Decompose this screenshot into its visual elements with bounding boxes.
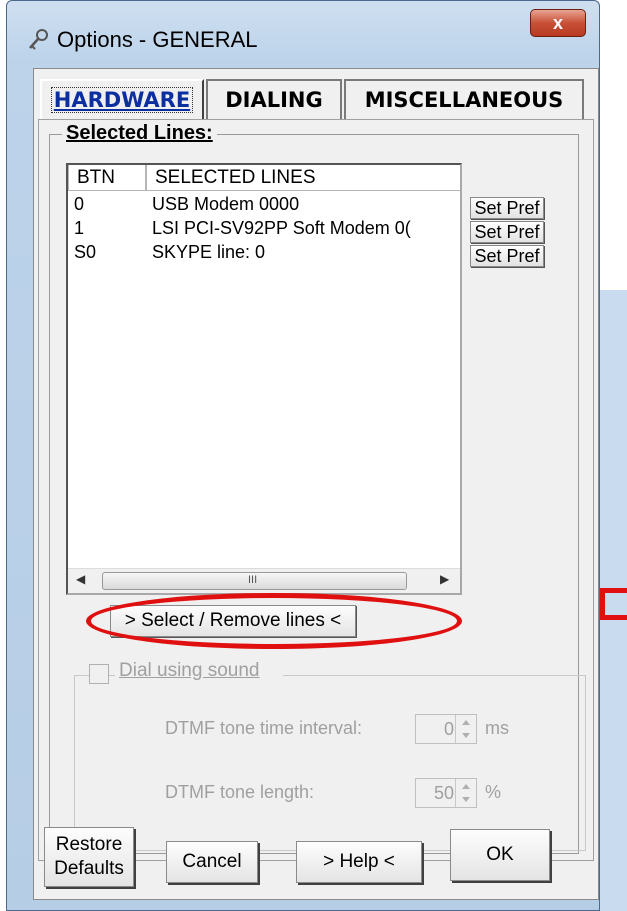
dial-sound-group: Dial using sound DTMF tone time interval… xyxy=(74,660,586,851)
title-bar[interactable]: Options - GENERAL x xyxy=(7,1,599,63)
restore-defaults-button[interactable]: Restore Defaults xyxy=(44,827,134,887)
row-line: USB Modem 0000 xyxy=(152,194,300,214)
row-btn: 0 xyxy=(74,194,85,214)
spinner-arrows-icon[interactable] xyxy=(455,779,476,807)
selected-lines-list[interactable]: BTN SELECTED LINES 0 USB Modem 0000 1 LS… xyxy=(66,163,462,595)
window-title: Options - GENERAL xyxy=(57,27,258,52)
row-btn: 1 xyxy=(74,218,85,238)
selected-lines-group: Selected Lines: BTN SELECTED LINES 0 USB… xyxy=(49,122,586,854)
close-button[interactable]: x xyxy=(530,9,586,37)
tab-miscellaneous[interactable]: MISCELLANEOUS xyxy=(344,79,584,119)
select-remove-lines-button[interactable]: > Select / Remove lines < xyxy=(110,605,356,637)
list-row[interactable]: 1 LSI PCI-SV92PP Soft Modem 0( xyxy=(68,217,460,239)
scroll-thumb[interactable]: III xyxy=(102,572,407,590)
scroll-left-icon[interactable]: ◀ xyxy=(76,572,85,586)
dtmf-interval-unit: ms xyxy=(485,718,509,738)
horizontal-scrollbar[interactable]: ◀ III ▶ xyxy=(68,568,460,593)
selected-lines-label: Selected Lines: xyxy=(62,122,217,145)
dialog-client-area: HARDWARE DIALING MISCELLANEOUS Selected … xyxy=(33,68,599,900)
restore-label-line1: Restore xyxy=(55,834,123,855)
options-window: Options - GENERAL x HARDWARE DIALING MIS… xyxy=(6,0,600,911)
help-button[interactable]: > Help < xyxy=(296,841,422,883)
column-header-selected-lines[interactable]: SELECTED LINES xyxy=(146,165,460,191)
dtmf-length-label: DTMF tone length: xyxy=(165,782,315,802)
restore-label-line2: Defaults xyxy=(54,858,124,879)
cancel-button[interactable]: Cancel xyxy=(166,841,258,883)
dtmf-length-value: 50 xyxy=(433,783,454,803)
ok-button[interactable]: OK xyxy=(450,829,550,881)
row-btn: S0 xyxy=(74,242,97,262)
tab-miscellaneous-label: MISCELLANEOUS xyxy=(364,88,564,112)
scroll-right-icon[interactable]: ▶ xyxy=(440,572,449,586)
tab-dialing[interactable]: DIALING xyxy=(206,79,342,119)
background-app xyxy=(600,0,627,911)
dtmf-interval-label: DTMF tone time interval: xyxy=(165,718,363,738)
annotation-rectangle xyxy=(600,588,627,620)
tab-hardware[interactable]: HARDWARE xyxy=(40,79,204,119)
list-row[interactable]: S0 SKYPE line: 0 xyxy=(68,241,460,263)
tab-hardware-label: HARDWARE xyxy=(50,87,194,113)
column-header-btn[interactable]: BTN xyxy=(68,165,146,191)
tab-strip: HARDWARE DIALING MISCELLANEOUS xyxy=(34,79,598,119)
set-pref-button-0[interactable]: Set Pref xyxy=(470,197,544,219)
dtmf-interval-value: 0 xyxy=(443,719,454,739)
dial-sound-checkbox[interactable] xyxy=(89,664,109,684)
tab-dialing-label: DIALING xyxy=(225,88,323,112)
scroll-grip: III xyxy=(248,574,258,586)
dtmf-interval-spinner[interactable]: 0 xyxy=(415,714,477,744)
list-header: BTN SELECTED LINES xyxy=(68,165,460,193)
dtmf-length-spinner[interactable]: 50 xyxy=(415,778,477,808)
set-pref-button-2[interactable]: Set Pref xyxy=(470,245,544,267)
list-row[interactable]: 0 USB Modem 0000 xyxy=(68,193,460,215)
spinner-arrows-icon[interactable] xyxy=(455,715,476,743)
key-wrench-icon xyxy=(29,29,48,50)
row-line: SKYPE line: 0 xyxy=(152,242,266,262)
row-line: LSI PCI-SV92PP Soft Modem 0( xyxy=(152,218,411,238)
hardware-panel: Selected Lines: BTN SELECTED LINES 0 USB… xyxy=(38,119,594,861)
set-pref-button-1[interactable]: Set Pref xyxy=(470,221,544,243)
dial-sound-label: Dial using sound xyxy=(115,660,284,682)
close-icon: x xyxy=(552,13,563,33)
dtmf-length-unit: % xyxy=(485,782,502,802)
